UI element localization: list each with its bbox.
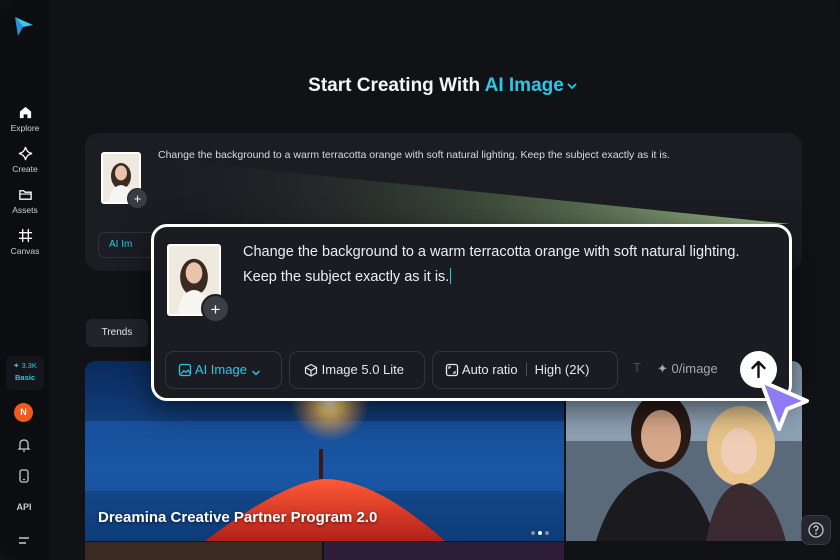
bell-icon[interactable]	[15, 436, 33, 454]
avatar[interactable]: N	[14, 403, 33, 422]
api-link[interactable]: API	[0, 502, 48, 512]
app-window: Explore Create Assets Canvas ✦ 3.3K Basi…	[0, 0, 840, 560]
mode-pill[interactable]: AI Im	[98, 232, 158, 258]
model-label: Image 5.0 Lite	[321, 362, 405, 377]
banner-title: Dreamina Creative Partner Program 2.0	[98, 509, 378, 526]
sidebar-item-explore[interactable]: Explore	[0, 105, 50, 133]
tab-trends[interactable]: Trends	[86, 319, 148, 347]
dreamina-logo-icon[interactable]	[12, 14, 36, 38]
help-icon	[808, 522, 824, 538]
credit-cost: ✦ 0/image	[657, 361, 718, 376]
model-selector[interactable]: Image 5.0 Lite	[289, 351, 425, 389]
sparkle-icon	[18, 146, 32, 161]
mode-dropdown-label: AI Image	[194, 362, 247, 377]
title-prefix: Start Creating With	[308, 75, 481, 96]
quality-label: High (2K)	[534, 362, 590, 377]
sidebar-item-create[interactable]: Create	[0, 146, 50, 174]
phone-icon[interactable]	[15, 467, 33, 485]
text-tool-icon[interactable]: T	[633, 360, 641, 375]
help-button[interactable]	[801, 515, 831, 545]
gallery-item-image[interactable]	[324, 542, 564, 560]
sidebar-item-assets[interactable]: Assets	[0, 187, 50, 215]
prompt-line-2: Keep the subject exactly as it is.	[243, 269, 450, 285]
aspect-ratio-icon	[445, 363, 459, 377]
pointer-cursor-icon	[759, 379, 809, 431]
chevron-down-icon	[567, 83, 577, 90]
gallery-item-image[interactable]	[85, 542, 322, 560]
sidebar-item-label: Explore	[10, 123, 40, 133]
image-icon	[178, 363, 192, 377]
add-image-button[interactable]: +	[127, 188, 148, 209]
credits-amount: ✦ 3.3K	[13, 361, 37, 370]
chevron-down-icon	[251, 370, 260, 376]
ratio-label: Auto ratio	[461, 362, 518, 377]
menu-icon[interactable]	[15, 532, 33, 550]
page-title: Start Creating With AI Image	[0, 75, 840, 97]
prompt-line-1: Change the background to a warm terracot…	[243, 244, 740, 260]
credits-badge[interactable]: ✦ 3.3K Basic	[6, 356, 44, 390]
add-image-button[interactable]: +	[201, 294, 230, 323]
cube-icon	[304, 363, 318, 377]
carousel-dots[interactable]	[531, 522, 552, 540]
mode-selector[interactable]: AI Image	[485, 75, 578, 96]
sidebar-item-label: Assets	[12, 205, 38, 215]
sidebar-item-label: Canvas	[10, 246, 40, 256]
mode-selector-label: AI Image	[484, 75, 564, 96]
folder-icon	[18, 190, 32, 200]
prompt-text[interactable]: Change the background to a warm terracot…	[158, 149, 778, 161]
plan-label: Basic	[14, 373, 35, 382]
text-caret	[450, 268, 452, 284]
sidebar-item-label: Create	[12, 164, 38, 174]
mode-pill-label: AI Im	[109, 239, 133, 250]
ratio-quality-selector[interactable]: Auto ratio High (2K)	[432, 351, 618, 389]
sidebar-item-canvas[interactable]: Canvas	[0, 228, 50, 256]
prompt-input[interactable]: Change the background to a warm terracot…	[243, 240, 778, 290]
mode-dropdown[interactable]: AI Image	[165, 351, 282, 389]
home-icon	[19, 106, 31, 119]
canvas-icon	[18, 228, 32, 243]
